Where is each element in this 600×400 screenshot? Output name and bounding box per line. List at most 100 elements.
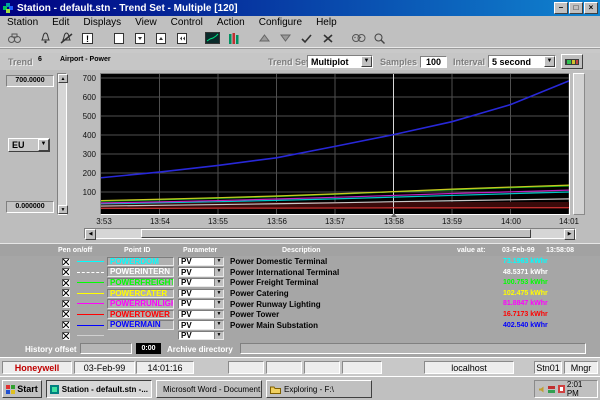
menu-station[interactable]: Station [0,17,45,28]
trend-set-select[interactable]: Multiplot ▼ [307,55,373,68]
cancel-icon[interactable] [317,30,338,47]
alarm-bell-icon[interactable] [35,30,56,47]
scrollbar-thumb[interactable] [141,229,531,238]
tray-app-icon[interactable] [548,385,555,394]
parameter-select[interactable]: PV▼ [178,299,224,308]
parameter-select[interactable]: PV▼ [178,320,224,329]
volume-icon[interactable] [538,385,546,394]
y-max-field[interactable]: 700.0000 [6,75,54,87]
trend-plot[interactable] [100,73,570,215]
interval-select[interactable]: 5 second ▼ [488,55,556,68]
parameter-select[interactable]: PV▼ [178,257,224,266]
system-tray: 2:01 PM [534,380,598,398]
point-id-field[interactable]: POWERRUNLIGHT [107,299,174,308]
zoom-icon[interactable] [369,30,390,47]
history-offset-input[interactable] [80,343,132,354]
raise-icon[interactable] [254,30,275,47]
scroll-down-icon[interactable]: ▼ [58,205,68,214]
chevron-down-icon[interactable]: ▼ [214,279,223,286]
menu-control[interactable]: Control [164,17,210,28]
taskbar-task-station[interactable]: Station - default.stn -... [46,380,152,398]
alarm-disable-icon[interactable] [56,30,77,47]
menu-displays[interactable]: Displays [76,17,128,28]
time-scrollbar[interactable]: ◀ ▶ [84,228,576,239]
page-back-icon[interactable] [171,30,192,47]
maximize-button[interactable]: □ [569,2,583,14]
pen-onoff-checkbox[interactable] [62,321,70,329]
point-id-field[interactable]: POWERCATER [107,289,174,298]
right-scrollbar[interactable] [573,73,585,215]
chevron-down-icon[interactable]: ▼ [214,290,223,297]
page-down-icon[interactable] [129,30,150,47]
archive-directory-input[interactable] [240,343,586,354]
chevron-down-icon[interactable]: ▼ [214,311,223,318]
scroll-up-icon[interactable]: ▲ [58,74,68,83]
parameter-select[interactable]: PV▼ [178,310,224,319]
point-id-field[interactable]: POWERDOM [107,257,174,266]
parameter-select[interactable]: PV▼ [178,267,224,276]
chevron-down-icon[interactable]: ▼ [361,56,372,67]
point-id-field[interactable]: POWERFREIGHT [107,278,174,287]
scroll-left-icon[interactable]: ◀ [85,229,96,240]
find-icon[interactable] [4,30,25,47]
pen-color-sample [77,335,104,336]
accept-icon[interactable] [296,30,317,47]
status-cell-empty [304,361,340,374]
menu-edit[interactable]: Edit [45,17,76,28]
start-label: Start [17,384,38,394]
table-row: POWERMAINPV▼Power Main Substation402.540… [0,320,600,331]
point-id-field[interactable]: POWERINTERN [107,267,174,276]
parameter-select[interactable]: PV▼ [178,331,224,340]
chevron-down-icon[interactable]: ▼ [544,56,555,67]
operators-icon[interactable] [348,30,369,47]
pen-onoff-checkbox[interactable] [62,332,70,340]
pen-onoff-checkbox[interactable] [62,268,70,276]
y-min-field[interactable]: 0.000000 [6,201,54,213]
pen-onoff-checkbox[interactable] [62,258,70,266]
tray-app-icon[interactable] [558,385,565,394]
pen-onoff-checkbox[interactable] [62,279,70,287]
start-button[interactable]: Start [2,380,42,398]
x-tick: 14:00 [501,217,521,226]
table-row: POWERDOMPV▼Power Domestic Terminal73.196… [0,256,600,267]
alarm-summary-icon[interactable]: ! [77,30,98,47]
chevron-down-icon[interactable]: ▼ [38,139,49,151]
pen-onoff-checkbox[interactable] [62,289,70,297]
page-icon[interactable] [108,30,129,47]
page-up-icon[interactable] [150,30,171,47]
trend-number: 6 [38,56,42,63]
chevron-down-icon[interactable]: ▼ [214,268,223,275]
taskbar-task-explorer[interactable]: Exploring - F:\ [266,380,372,398]
point-id-field[interactable]: POWERTOWER [107,310,174,319]
samples-field[interactable]: 100 [420,56,447,68]
chevron-down-icon[interactable]: ▼ [214,258,223,265]
chevron-down-icon[interactable]: ▼ [214,300,223,307]
parameter-value: PV [181,289,192,298]
lower-icon[interactable] [275,30,296,47]
point-id-field[interactable]: POWERMAIN [107,320,174,329]
menu-view[interactable]: View [128,17,164,28]
trend-set-label: Trend Set [268,57,309,67]
trend-header: Trend 6 Airport - Power Trend Set Multip… [0,53,600,70]
chevron-down-icon[interactable]: ▼ [214,321,223,328]
honeywell-brand: Honeywell [2,361,72,374]
x-tick: 13:54 [150,217,170,226]
trend-display-icon[interactable] [202,30,223,47]
taskbar-task-word[interactable]: W Microsoft Word - Document1 [156,380,262,398]
bar-chart-icon[interactable] [223,30,244,47]
parameter-select[interactable]: PV▼ [178,278,224,287]
menu-help[interactable]: Help [309,17,344,28]
pen-onoff-checkbox[interactable] [62,300,70,308]
menu-action[interactable]: Action [210,17,252,28]
minimize-button[interactable]: – [554,2,568,14]
pen-onoff-checkbox[interactable] [62,310,70,318]
menu-configure[interactable]: Configure [252,17,309,28]
y-axis-scrollbar[interactable]: ▲ ▼ [57,73,67,215]
close-button[interactable]: × [584,2,598,14]
parameter-select[interactable]: PV ▼ [178,289,224,298]
eu-select[interactable]: EU ▼ [8,138,50,152]
pen-table: POWERDOMPV▼Power Domestic Terminal73.196… [0,256,600,341]
scroll-right-icon[interactable]: ▶ [564,229,575,240]
chevron-down-icon[interactable]: ▼ [214,332,223,339]
trend-tool-button[interactable] [561,54,583,69]
